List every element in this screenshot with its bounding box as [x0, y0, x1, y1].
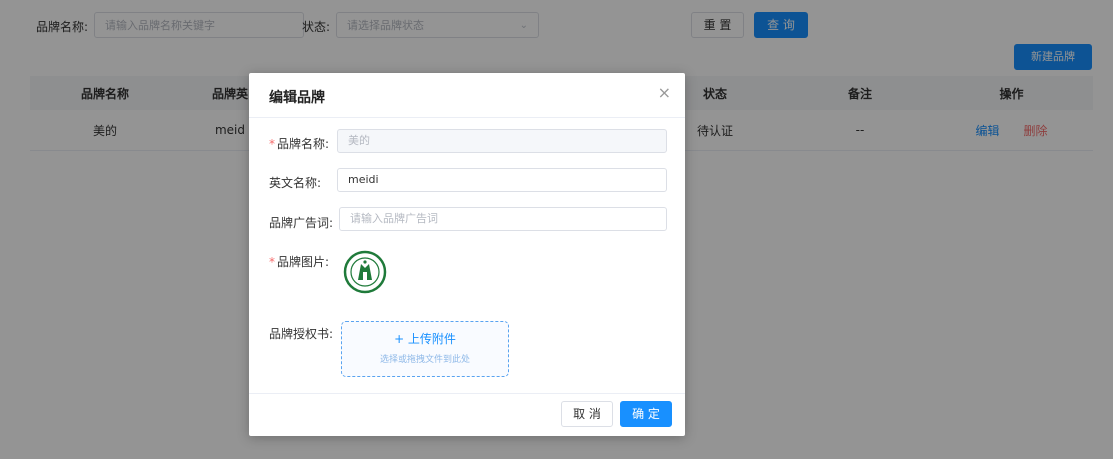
upload-attachment-dropzone[interactable]: + 上传附件 选择或拖拽文件到此处 — [341, 321, 509, 377]
upload-hint: 选择或拖拽文件到此处 — [379, 355, 470, 365]
slogan-input[interactable]: 请输入品牌广告词 — [339, 207, 667, 231]
english-name-input[interactable]: meidi — [337, 168, 667, 192]
brand-name-field-label: * 品牌名称: — [269, 135, 329, 152]
brand-name-input: 美的 — [337, 129, 667, 153]
brand-name-label-text: 品牌名称: — [277, 137, 330, 151]
brand-name-value: 美的 — [348, 134, 370, 147]
english-name-field-label: 英文名称: — [269, 176, 322, 190]
brand-image-field-label: * 品牌图片: — [269, 253, 329, 270]
dialog-header-divider — [249, 117, 685, 118]
cancel-button[interactable]: 取 消 — [561, 401, 613, 427]
brand-image-label-text: 品牌图片: — [277, 255, 330, 269]
brand-logo-image[interactable] — [343, 250, 387, 294]
required-marker: * — [269, 137, 275, 151]
dialog-footer-divider — [249, 393, 685, 394]
required-marker: * — [269, 255, 275, 269]
dialog-title: 编辑品牌 — [269, 90, 325, 106]
english-name-value: meidi — [348, 173, 379, 186]
authorization-field-label: 品牌授权书: — [269, 327, 334, 341]
slogan-field-label: 品牌广告词: — [269, 216, 334, 230]
close-icon[interactable]: × — [658, 83, 671, 102]
confirm-button[interactable]: 确 定 — [620, 401, 672, 427]
slogan-placeholder: 请输入品牌广告词 — [350, 212, 438, 225]
upload-attachment-button[interactable]: + 上传附件 — [342, 330, 508, 347]
edit-brand-dialog: 编辑品牌 × * 品牌名称: 美的 英文名称: meidi 品牌广告词: 请输入品… — [249, 73, 685, 436]
university-seal-icon — [343, 250, 387, 294]
